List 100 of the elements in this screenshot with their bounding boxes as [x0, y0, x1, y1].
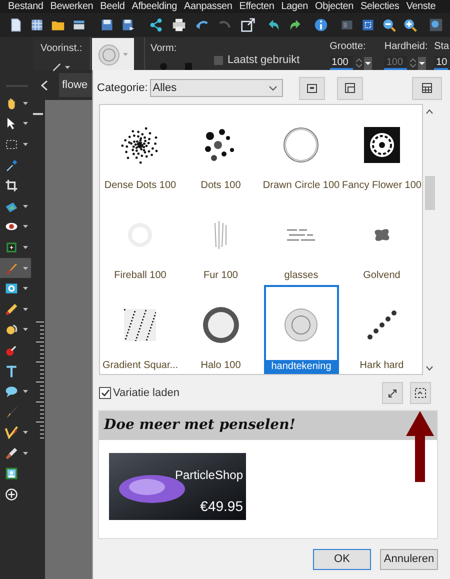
- chevron-up-icon[interactable]: [426, 109, 433, 114]
- caret-icon[interactable]: [23, 204, 28, 208]
- info-icon[interactable]: [314, 18, 328, 32]
- brush-library-button[interactable]: [298, 76, 325, 100]
- brush-stroke-icon: [52, 62, 62, 72]
- zoom-fit-icon[interactable]: [429, 18, 443, 32]
- dropdown-icon[interactable]: [364, 56, 372, 70]
- category-label: Categorie:: [97, 80, 148, 96]
- menu-item[interactable]: Lagen: [281, 0, 308, 13]
- brush-logo-icon: [98, 44, 120, 66]
- menu-item[interactable]: Bestand: [8, 0, 44, 13]
- document-tab[interactable]: flowe: [59, 73, 92, 97]
- undo-icon[interactable]: [195, 18, 209, 32]
- brush-preview: [284, 308, 318, 342]
- brush-label: Drawn Circle 100: [262, 179, 340, 192]
- dropper-icon: [5, 158, 18, 172]
- brush-item[interactable]: Dots 100: [184, 105, 258, 195]
- save-icon[interactable]: [100, 18, 114, 32]
- number-field[interactable]: 100: [330, 56, 353, 70]
- pin-icon: [5, 344, 18, 357]
- menu-item[interactable]: Objecten: [315, 0, 354, 13]
- panel-icon[interactable]: [340, 18, 354, 32]
- brush-label: handtekening: [266, 360, 336, 373]
- brush-item[interactable]: Fur 100: [184, 195, 258, 285]
- print-icon[interactable]: [172, 18, 186, 32]
- banner-image[interactable]: ParticleShop €49.95: [109, 453, 246, 520]
- speech-bubble-icon: [5, 385, 18, 398]
- import-button[interactable]: [336, 76, 363, 100]
- caret-icon[interactable]: [23, 452, 28, 455]
- caret-icon[interactable]: [23, 431, 28, 434]
- menu-item[interactable]: Bewerken: [50, 0, 94, 13]
- brush-preview: [366, 310, 397, 340]
- menu-item[interactable]: Effecten: [239, 0, 274, 13]
- grid-view-button[interactable]: [412, 76, 442, 100]
- select-area-button[interactable]: [410, 382, 431, 404]
- caret-icon[interactable]: [23, 266, 28, 270]
- share-icon[interactable]: [149, 18, 163, 32]
- zoom-in-icon[interactable]: [403, 18, 417, 32]
- caret-icon[interactable]: [23, 287, 28, 290]
- resize-window-icon[interactable]: [241, 18, 255, 32]
- picture-icon: [5, 467, 18, 480]
- brush-preview: [120, 125, 160, 165]
- caret-icon[interactable]: [23, 225, 28, 228]
- page-icon[interactable]: [9, 18, 23, 32]
- brush-item[interactable]: Gradient Squar...: [103, 285, 178, 374]
- cancel-button[interactable]: Annuleren: [380, 549, 438, 570]
- brush-item[interactable]: handtekening: [264, 285, 338, 374]
- brush-item[interactable]: glasses: [264, 195, 338, 285]
- category-dropdown[interactable]: Alles: [150, 79, 283, 97]
- menu-item[interactable]: Venste: [406, 0, 436, 13]
- scrollbar-thumb[interactable]: [424, 176, 434, 210]
- caret-icon[interactable]: [23, 246, 28, 249]
- brush-check-icon: [5, 426, 18, 440]
- scanner-icon[interactable]: [72, 18, 86, 32]
- annotation-arrow: [406, 411, 434, 482]
- brush-item[interactable]: Fancy Flower 100: [344, 105, 419, 195]
- resize-button[interactable]: [382, 382, 403, 404]
- brush-label: Dense Dots 100: [104, 179, 176, 192]
- checkbox[interactable]: [214, 56, 222, 65]
- dashed-selection-icon: [5, 138, 18, 151]
- chevron-down-icon: [268, 86, 277, 90]
- crop-icon: [5, 179, 18, 192]
- brush-label: Fur 100: [204, 269, 238, 282]
- checkbox[interactable]: [99, 387, 111, 399]
- brush-label: glasses: [284, 269, 318, 282]
- zoom-out-icon[interactable]: [382, 18, 396, 32]
- caret-icon[interactable]: [23, 142, 28, 146]
- caret-icon[interactable]: [23, 390, 28, 394]
- menu-item[interactable]: Beeld: [100, 0, 125, 13]
- caret-icon[interactable]: [23, 122, 28, 126]
- brush-item[interactable]: Fireball 100: [103, 195, 178, 285]
- caret-icon[interactable]: [23, 328, 28, 332]
- arrow-back-icon[interactable]: [267, 18, 281, 32]
- brush-item[interactable]: Halo 100: [184, 285, 258, 374]
- grid-icon[interactable]: [30, 18, 44, 32]
- number-field[interactable]: 10: [434, 56, 448, 70]
- menu-item[interactable]: Selecties: [360, 0, 400, 13]
- grid-view-icon[interactable]: [361, 18, 375, 32]
- caret-icon[interactable]: [23, 102, 28, 105]
- ok-button[interactable]: OK: [313, 549, 371, 570]
- dropdown-icon[interactable]: [418, 56, 426, 70]
- brush-item[interactable]: Dense Dots 100: [103, 105, 178, 195]
- menu-item[interactable]: Afbeelding: [132, 0, 178, 13]
- menu-item[interactable]: Aanpassen: [184, 0, 232, 13]
- caret-icon[interactable]: [23, 308, 28, 311]
- brush-item[interactable]: Drawn Circle 100: [264, 105, 338, 195]
- chevron-left-icon[interactable]: [41, 80, 48, 90]
- brush-item[interactable]: Golvend: [344, 195, 419, 285]
- chevron-down-icon[interactable]: [426, 366, 433, 371]
- brush-preview: [214, 221, 228, 249]
- preset-dropdown[interactable]: [52, 62, 70, 72]
- brush-item[interactable]: Hark hard: [344, 285, 419, 374]
- brush-dropper-icon: [5, 446, 18, 460]
- window-icon: [344, 83, 355, 93]
- arrow-forward-icon[interactable]: [288, 18, 302, 32]
- text-tool-icon: [5, 364, 18, 378]
- save-as-icon[interactable]: [121, 18, 135, 32]
- plus-circle-icon: [5, 488, 18, 502]
- preset-label: Voorinst.:: [40, 42, 82, 56]
- brush-label: Halo 100: [200, 359, 241, 372]
